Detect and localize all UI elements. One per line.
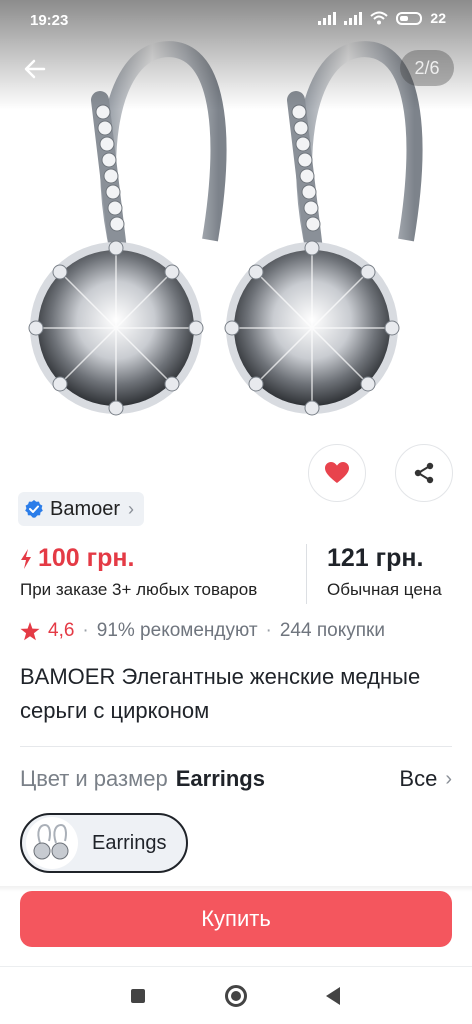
seller-name: Bamoer <box>50 497 121 520</box>
recents-button[interactable] <box>131 989 145 1003</box>
price-divider <box>306 544 307 604</box>
share-button[interactable] <box>395 444 453 502</box>
share-icon <box>414 462 434 484</box>
signal-icon <box>318 11 337 25</box>
variant-label: Цвет и размер <box>20 766 168 791</box>
earrings-thumbnail-image <box>33 823 69 860</box>
verified-icon <box>25 500 43 518</box>
rating-score: 4,6 <box>48 620 75 641</box>
variant-selector-row[interactable]: Цвет и размер Earrings Все › <box>20 763 452 795</box>
signal-icon-2 <box>344 11 363 25</box>
recommend-rate: 91% рекомендуют <box>96 620 258 641</box>
variant-all-link[interactable]: Все › <box>399 766 452 792</box>
lightning-icon <box>21 548 31 569</box>
variant-selected-value: Earrings <box>175 766 265 791</box>
star-icon <box>20 621 40 640</box>
status-icons: 22 <box>318 10 446 26</box>
promo-price-value: 100 грн. <box>38 544 135 572</box>
status-time: 19:23 <box>30 12 69 29</box>
system-nav-bar <box>0 966 472 1024</box>
variant-thumbnail <box>26 817 78 869</box>
back-button[interactable] <box>18 52 52 86</box>
regular-price-section: 121 грн. Обычная цена <box>327 544 442 600</box>
rating-row[interactable]: 4,6 · 91% рекомендуют · 244 покупки <box>20 620 385 642</box>
battery-icon <box>396 11 423 25</box>
price-block: 100 грн. При заказе 3+ любых товаров 121… <box>0 540 472 606</box>
arrow-left-icon <box>24 59 46 79</box>
separator-dot: · <box>265 620 272 641</box>
regular-price-note: Обычная цена <box>327 580 442 599</box>
promo-price-section: 100 грн. При заказе 3+ любых товаров <box>20 544 257 600</box>
seller-badge[interactable]: Bamoer › <box>18 492 145 526</box>
variant-all-label: Все <box>399 766 438 791</box>
battery-level: 22 <box>430 10 446 26</box>
chevron-right-icon: › <box>445 767 452 790</box>
purchase-count: 244 покупки <box>279 620 385 641</box>
promo-price-note: При заказе 3+ любых товаров <box>20 580 258 599</box>
favorite-button[interactable] <box>308 444 366 502</box>
image-counter: 2/6 <box>400 50 454 86</box>
status-bar: 19:23 22 <box>0 0 472 40</box>
chevron-right-icon: › <box>128 498 135 519</box>
heart-icon <box>325 462 349 483</box>
regular-price-value: 121 грн. <box>327 544 424 572</box>
buy-button[interactable]: Купить <box>20 891 452 947</box>
system-back-button[interactable] <box>326 987 340 1005</box>
variant-chip-earrings[interactable]: Earrings <box>20 813 189 873</box>
variant-chip-label: Earrings <box>92 831 167 854</box>
home-button[interactable] <box>225 985 247 1007</box>
promo-price: 100 грн. <box>20 544 257 573</box>
separator-dot: · <box>82 620 89 641</box>
divider <box>20 746 452 747</box>
product-title: BAMOER Элегантные женские медные серьги … <box>20 664 421 723</box>
wifi-icon <box>370 11 389 25</box>
